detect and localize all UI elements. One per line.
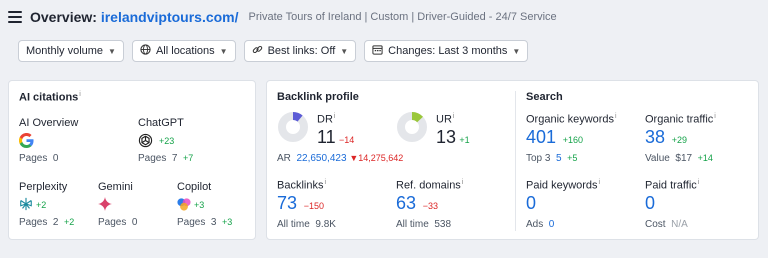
ur-metric: 13 +1 (436, 127, 470, 148)
google-icon (18, 132, 34, 151)
organic-keywords-delta: +160 (562, 135, 583, 145)
info-icon[interactable]: i (615, 113, 617, 120)
cost-row: Cost N/A (645, 219, 688, 230)
backlinks-value[interactable]: 73 (277, 193, 297, 213)
backlinks-delta: −150 (303, 201, 324, 211)
info-icon[interactable]: i (453, 113, 455, 120)
filter-bar: Monthly volume ▼ All locations ▼ Best li… (18, 40, 529, 62)
chevron-down-icon: ▼ (340, 46, 349, 56)
search-title: Search (526, 91, 563, 103)
chatgpt-delta: +23 (159, 136, 175, 146)
organic-keywords-metric: 401 +160 (526, 127, 583, 148)
changes-dropdown[interactable]: Changes: Last 3 months ▼ (364, 40, 529, 62)
gemini-icon (98, 197, 112, 214)
filter-label: All locations (155, 45, 215, 57)
ur-value: 13 (436, 127, 457, 147)
paid-keywords-label: Paid keywordsi (526, 179, 601, 192)
info-icon[interactable]: i (714, 113, 716, 120)
ar-value[interactable]: 22,650,423 (296, 153, 346, 164)
info-icon[interactable]: i (462, 179, 464, 186)
ref-domains-value[interactable]: 63 (396, 193, 416, 213)
organic-keywords-value[interactable]: 401 (526, 127, 556, 147)
dr-ring-chart (277, 111, 309, 146)
best-links-dropdown[interactable]: Best links: Off ▼ (243, 40, 357, 62)
gemini-pages: Pages 0 (98, 217, 138, 228)
locations-dropdown[interactable]: All locations ▼ (131, 40, 236, 62)
info-icon[interactable]: i (324, 179, 326, 186)
card-title: AI citationsi (19, 91, 81, 104)
calendar-icon (372, 44, 383, 58)
filter-label: Changes: Last 3 months (388, 45, 508, 57)
ur-ring-chart (396, 111, 428, 146)
ai-overview-label[interactable]: AI Overview (19, 117, 78, 129)
ur-delta: +1 (459, 135, 470, 145)
ar-row: AR 22,650,423 ▼14,275,642 (277, 153, 404, 164)
globe-icon (140, 44, 151, 58)
chevron-down-icon: ▼ (108, 46, 116, 56)
perplexity-icon (19, 197, 33, 214)
paid-traffic-value[interactable]: 0 (645, 193, 655, 213)
backlinks-label: Backlinksi (277, 179, 327, 192)
ai-citations-card: AI citationsi AI Overview Pages 0 ChatGP… (8, 80, 256, 240)
ref-domains-all-time: All time 538 (396, 219, 452, 230)
ref-domains-metric: 63 −33 (396, 193, 438, 214)
top-bar: Overview: irelandviptours.com/ Private T… (0, 0, 768, 34)
perplexity-delta: +2 (36, 200, 47, 210)
copilot-pages: Pages 3 +3 (177, 217, 233, 228)
dr-value: 11 (317, 127, 336, 147)
ref-domains-label: Ref. domainsi (396, 179, 464, 192)
dr-label[interactable]: DRi (317, 113, 335, 126)
organic-traffic-metric: 38 +29 (645, 127, 687, 148)
paid-keywords-value[interactable]: 0 (526, 193, 536, 213)
chatgpt-pages: Pages 7 +7 (138, 153, 194, 164)
chevron-down-icon: ▼ (219, 46, 228, 56)
backlinks-metric: 73 −150 (277, 193, 324, 214)
perplexity-pages: Pages 2 +2 (19, 217, 75, 228)
paid-traffic-label: Paid traffici (645, 179, 700, 192)
info-icon[interactable]: i (79, 91, 81, 98)
menu-icon[interactable] (8, 11, 22, 23)
site-description: Private Tours of Ireland | Custom | Driv… (248, 11, 557, 23)
backlinks-all-time: All time 9.8K (277, 219, 336, 230)
organic-traffic-delta: +29 (671, 135, 687, 145)
copilot-delta: +3 (194, 200, 205, 210)
ai-overview-pages: Pages 0 (19, 153, 59, 164)
organic-traffic-value[interactable]: 38 (645, 127, 665, 147)
filter-label: Best links: Off (267, 45, 336, 57)
ur-label[interactable]: URi (436, 113, 454, 126)
paid-traffic-metric: 0 (645, 193, 655, 214)
metrics-card: Backlink profile DRi 11 −14 URi 13 +1 AR… (266, 80, 759, 240)
top3-row: Top 3 5 +5 (526, 153, 578, 164)
title-prefix: Overview: (30, 9, 97, 25)
domain-link[interactable]: irelandviptours.com/ (101, 9, 239, 25)
backlink-profile-title: Backlink profile (277, 91, 359, 103)
organic-traffic-label: Organic traffici (645, 113, 716, 126)
traffic-value-row: Value $17 +14 (645, 153, 713, 164)
openai-icon (138, 133, 153, 151)
info-icon[interactable]: i (599, 179, 601, 186)
dr-delta: −14 (339, 135, 355, 145)
ref-domains-delta: −33 (422, 201, 438, 211)
info-icon[interactable]: i (334, 113, 336, 120)
filter-label: Monthly volume (26, 45, 104, 57)
copilot-label[interactable]: Copilot (177, 181, 211, 193)
chatgpt-label[interactable]: ChatGPT (138, 117, 184, 129)
gemini-label[interactable]: Gemini (98, 181, 133, 193)
chevron-down-icon: ▼ (512, 46, 521, 56)
info-icon[interactable]: i (698, 179, 700, 186)
paid-keywords-metric: 0 (526, 193, 536, 214)
section-divider (515, 91, 516, 231)
ads-row: Ads 0 (526, 219, 555, 230)
dr-metric: 11 −14 (317, 127, 354, 148)
monthly-volume-dropdown[interactable]: Monthly volume ▼ (18, 40, 124, 62)
organic-keywords-label: Organic keywordsi (526, 113, 617, 126)
ar-delta: ▼14,275,642 (349, 153, 404, 163)
perplexity-label[interactable]: Perplexity (19, 181, 67, 193)
copilot-icon (177, 197, 191, 214)
page-title: Overview: irelandviptours.com/ (30, 9, 239, 25)
link-icon (252, 44, 263, 58)
